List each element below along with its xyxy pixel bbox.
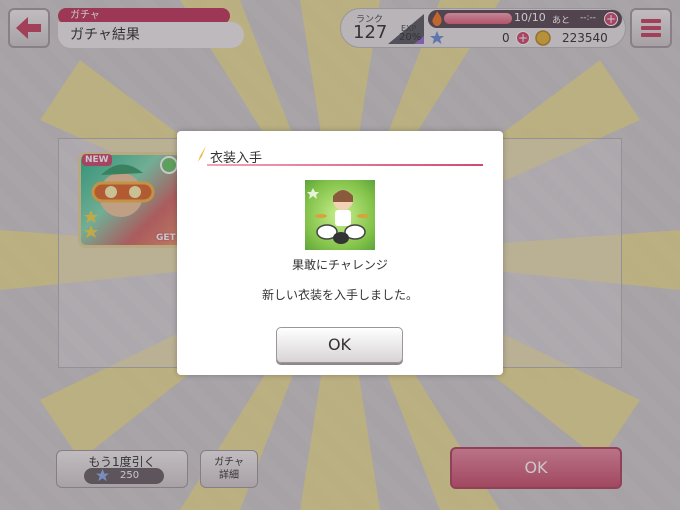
costume-character-icon [307, 188, 369, 244]
costume-name: 果敢にチャレンジ [292, 258, 388, 272]
feather-icon [198, 146, 206, 162]
dialog-title-underline [207, 164, 483, 166]
dialog-message: 新しい衣装を入手しました。 [261, 288, 418, 302]
costume-thumbnail [305, 180, 375, 250]
dialog-ok-button[interactable]: OK [276, 327, 403, 363]
